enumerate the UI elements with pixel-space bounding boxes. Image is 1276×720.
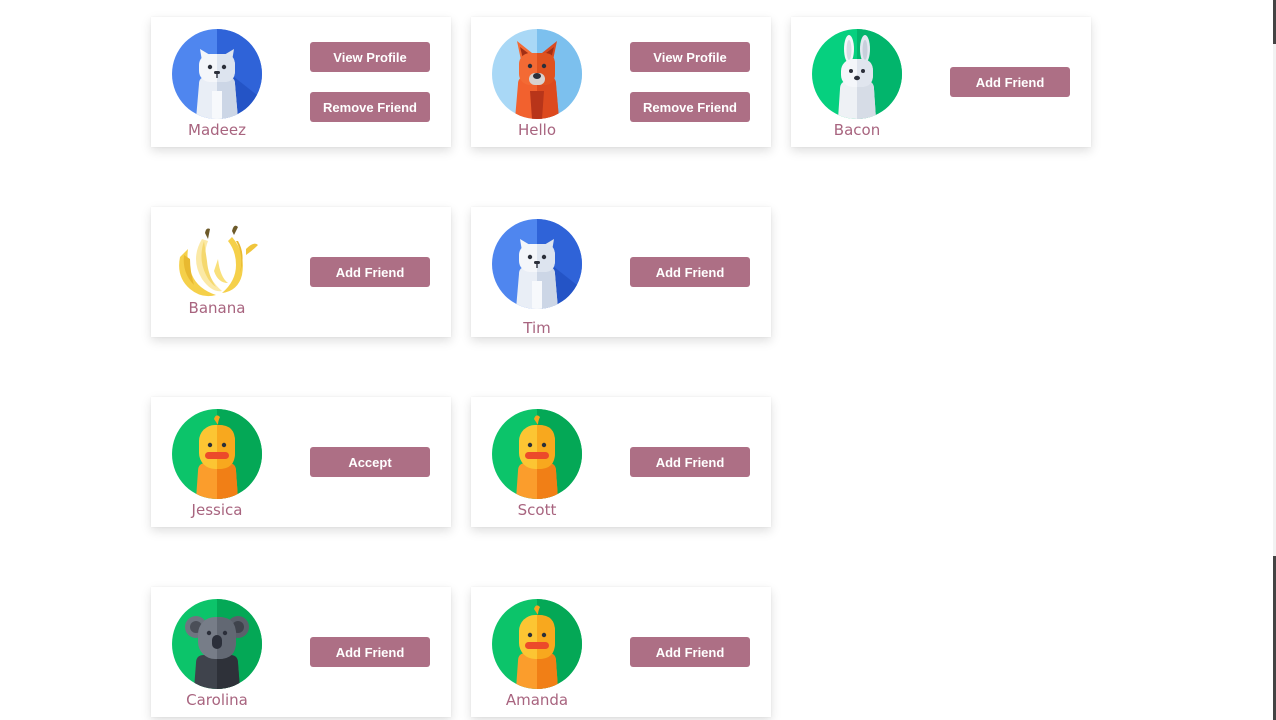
cat-avatar-icon [492,219,582,309]
cat-avatar-icon [172,29,262,119]
friend-card: Hello View Profile Remove Friend [471,17,771,147]
duck-avatar-icon [492,599,582,689]
friend-name: Jessica [191,501,243,519]
view-profile-button[interactable]: View Profile [630,42,750,72]
friend-card: Jessica Accept [151,397,451,527]
add-friend-button[interactable]: Add Friend [950,67,1070,97]
duck-avatar-icon [172,409,262,499]
friend-name: Hello [517,121,557,139]
friend-card: Bacon Add Friend [791,17,1091,147]
koala-avatar-icon [172,599,262,689]
banana-avatar-icon [172,219,262,309]
add-friend-button[interactable]: Add Friend [630,447,750,477]
remove-friend-button[interactable]: Remove Friend [630,92,750,122]
add-friend-button[interactable]: Add Friend [630,257,750,287]
friend-name: Madeez [188,121,246,139]
friend-name: Amanda [505,691,569,709]
friend-card: Tim Add Friend [471,207,771,337]
friend-name: Banana [188,299,246,317]
view-profile-button[interactable]: View Profile [310,42,430,72]
add-friend-button[interactable]: Add Friend [310,637,430,667]
remove-friend-button[interactable]: Remove Friend [310,92,430,122]
friend-name: Carolina [186,691,248,709]
friend-name: Bacon [833,121,881,139]
accept-button[interactable]: Accept [310,447,430,477]
add-friend-button[interactable]: Add Friend [630,637,750,667]
friend-card: Carolina Add Friend [151,587,451,717]
add-friend-button[interactable]: Add Friend [310,257,430,287]
friend-card: Banana Add Friend [151,207,451,337]
duck-avatar-icon [492,409,582,499]
friend-name: Tim [523,319,551,337]
rabbit-avatar-icon [812,29,902,119]
friend-name: Scott [517,501,557,519]
fox-avatar-icon [492,29,582,119]
friend-card: Madeez View Profile Remove Friend [151,17,451,147]
friend-card: Scott Add Friend [471,397,771,527]
friend-card: Amanda Add Friend [471,587,771,717]
